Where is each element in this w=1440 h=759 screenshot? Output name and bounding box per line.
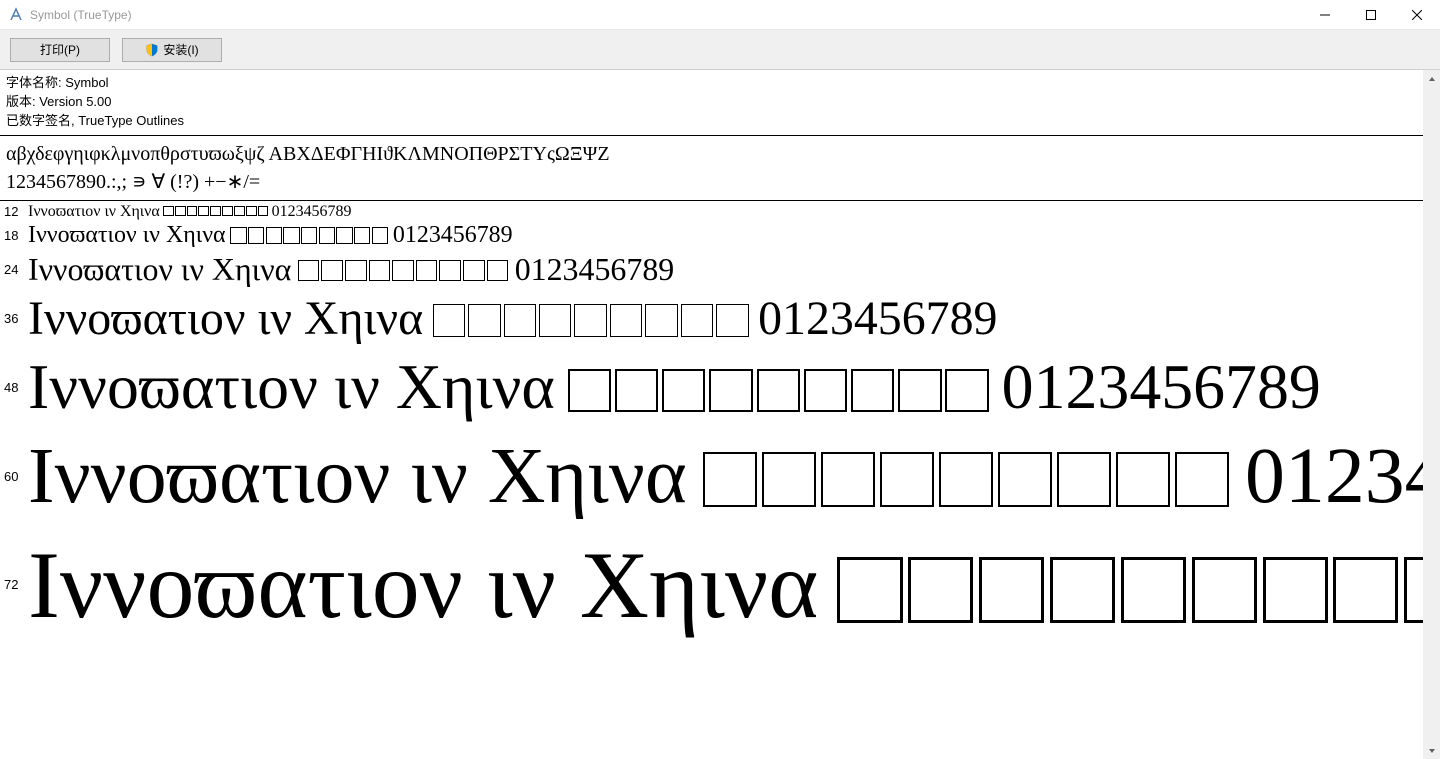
sample-list: 12Ιννοϖατιον ιν Χηινα 012345678918Ιννοϖα… [0, 201, 1423, 650]
missing-glyph-boxes [163, 206, 269, 217]
scroll-up-button[interactable] [1423, 70, 1440, 87]
missing-glyph-boxes [703, 452, 1230, 506]
window-controls [1302, 0, 1440, 29]
size-label: 24 [4, 262, 28, 277]
font-name-line: 字体名称: Symbol [6, 74, 1417, 93]
charset-preview: αβχδεφγηιφκλμνοπθρστυϖωξψζ ΑΒΧΔΕΦΓΗΙϑΚΛΜ… [0, 136, 1423, 201]
font-version-line: 版本: Version 5.00 [6, 93, 1417, 112]
scroll-track[interactable] [1423, 87, 1440, 742]
sample-text: Ιννοϖατιον ιν Χηινα 0123456789 [28, 431, 1423, 522]
toolbar: 打印(P) 安装(I) [0, 30, 1440, 70]
close-button[interactable] [1394, 0, 1440, 30]
sample-row: 60Ιννοϖατιον ιν Χηινα 0123456789 [0, 431, 1423, 530]
sample-row: 24Ιννοϖατιον ιν Χηινα 0123456789 [0, 252, 1423, 291]
sample-text: Ιννοϖατιον ιν Χηινα 0123456789 [28, 203, 351, 221]
font-sign-line: 已数字签名, TrueType Outlines [6, 112, 1417, 131]
window-title: Symbol (TrueType) [30, 8, 1302, 22]
scroll-down-button[interactable] [1423, 742, 1440, 759]
content-area: 字体名称: Symbol 版本: Version 5.00 已数字签名, Tru… [0, 70, 1440, 759]
charset-line1: αβχδεφγηιφκλμνοπθρστυϖωξψζ ΑΒΧΔΕΦΓΗΙϑΚΛΜ… [6, 140, 1417, 168]
size-label: 36 [4, 311, 28, 326]
size-label: 60 [4, 469, 28, 484]
vertical-scrollbar[interactable] [1423, 70, 1440, 759]
sample-text: Ιννοϖατιον ιν Χηινα 0123456789 [28, 530, 1423, 640]
shield-icon [145, 43, 159, 57]
missing-glyph-boxes [298, 260, 509, 282]
sample-row: 12Ιννοϖατιον ιν Χηινα 0123456789 [0, 203, 1423, 223]
sample-text: Ιννοϖατιον ιν Χηινα 0123456789 [28, 291, 997, 346]
charset-line2: 1234567890.:,; ∍ ∀ (!?) +−∗/= [6, 168, 1417, 196]
minimize-button[interactable] [1302, 0, 1348, 30]
missing-glyph-boxes [568, 369, 989, 412]
size-label: 12 [4, 204, 28, 219]
sample-row: 18Ιννοϖατιον ιν Χηινα 0123456789 [0, 222, 1423, 251]
missing-glyph-boxes [433, 304, 749, 337]
titlebar: Symbol (TrueType) [0, 0, 1440, 30]
sample-text: Ιννοϖατιον ιν Χηινα 0123456789 [28, 222, 513, 249]
app-icon [8, 7, 24, 23]
install-button[interactable]: 安装(I) [122, 38, 222, 62]
sample-text: Ιννοϖατιον ιν Χηινα 0123456789 [28, 350, 1321, 424]
missing-glyph-boxes [230, 227, 388, 243]
size-label: 18 [4, 228, 28, 243]
size-label: 48 [4, 380, 28, 395]
size-label: 72 [4, 577, 28, 592]
sample-row: 48Ιννοϖατιον ιν Χηινα 0123456789 [0, 350, 1423, 430]
print-button[interactable]: 打印(P) [10, 38, 110, 62]
sample-row: 72Ιννοϖατιον ιν Χηινα 0123456789 [0, 530, 1423, 650]
maximize-button[interactable] [1348, 0, 1394, 30]
sample-text: Ιννοϖατιον ιν Χηινα 0123456789 [28, 252, 674, 288]
missing-glyph-boxes [837, 557, 1423, 622]
font-metadata: 字体名称: Symbol 版本: Version 5.00 已数字签名, Tru… [0, 70, 1423, 136]
sample-row: 36Ιννοϖατιον ιν Χηινα 0123456789 [0, 291, 1423, 351]
